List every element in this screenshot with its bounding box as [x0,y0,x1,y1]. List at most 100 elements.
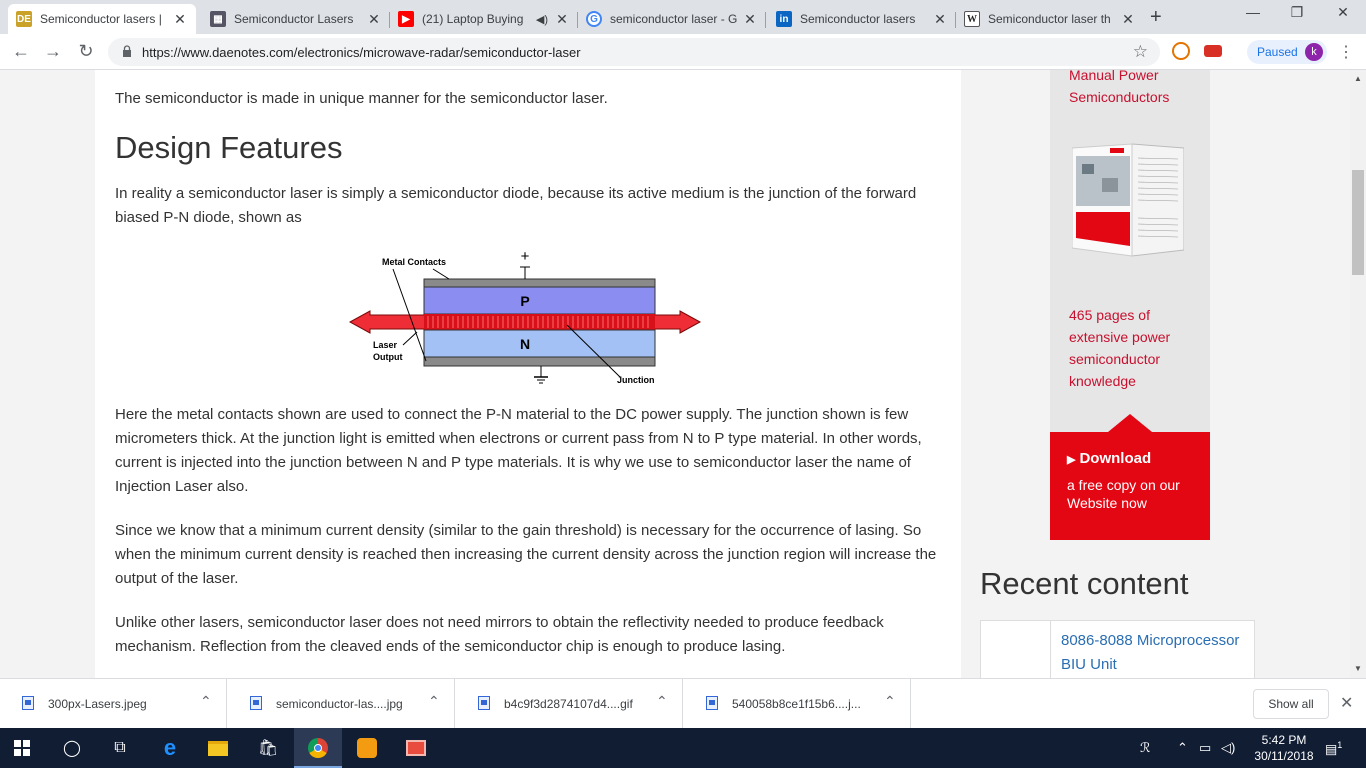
people-icon[interactable]: ℛ [1140,740,1150,756]
store-icon[interactable]: 🛍 [256,736,280,760]
recent-content-item[interactable]: 8086-8088 Microprocessor BIU Unit [980,620,1255,678]
scrollbar-thumb[interactable] [1352,170,1364,275]
download-item[interactable]: 540058b8ce1f15b6....j... ⌃ [684,679,911,729]
paused-label: Paused [1257,45,1298,59]
close-tab-icon[interactable]: ✕ [742,11,758,28]
play-arrow-icon: ▶ [1067,454,1076,466]
tab-google-search[interactable]: G semiconductor laser - G ✕ [578,4,766,34]
windows-start-icon[interactable] [14,740,30,756]
tab-title: Semiconductor Lasers [234,12,354,26]
chevron-up-icon[interactable]: ⌃ [428,693,440,710]
audio-playing-icon[interactable]: ◀) [536,13,548,26]
maximize-icon[interactable]: ❐ [1274,4,1320,21]
tab-daenotes[interactable]: DE Semiconductor lasers | ✕ [8,4,196,34]
laser-output-arrow-right [649,310,702,334]
download-filename: semiconductor-las....jpg [276,697,403,711]
google-icon: G [586,11,602,27]
file-explorer-icon[interactable] [206,736,230,760]
chevron-up-icon[interactable]: ⌃ [200,693,212,710]
close-tab-icon[interactable]: ✕ [554,11,570,28]
scroll-down-icon[interactable]: ▼ [1354,664,1362,673]
youtube-icon: ▶ [398,11,414,27]
paragraph-2: Here the metal contacts shown are used t… [115,406,922,495]
download-item[interactable]: 300px-Lasers.jpeg ⌃ [0,679,227,729]
volume-icon[interactable]: ◁) [1221,740,1235,756]
tab-strip: DE Semiconductor lasers | ✕ ▦ Semiconduc… [0,0,1366,34]
junction-region [424,314,655,330]
page-viewport: The semiconductor is made in unique mann… [0,70,1350,678]
recent-content-heading: Recent content [980,566,1189,601]
new-tab-icon[interactable]: + [1150,6,1162,29]
menu-icon[interactable]: ⋮ [1338,42,1354,62]
notification-icon[interactable]: ▤1 [1325,740,1342,757]
download-filename: b4c9f3d2874107d4....gif [504,697,633,711]
close-tab-icon[interactable]: ✕ [366,11,382,28]
window-close-icon[interactable]: ✕ [1320,4,1366,21]
tab-title: semiconductor laser - G [610,12,738,26]
app-icon[interactable] [355,736,379,760]
page-scrollbar[interactable]: ▲ ▼ [1350,70,1366,678]
url-text[interactable]: https://www.daenotes.com/electronics/mic… [142,45,581,60]
close-tab-icon[interactable]: ✕ [932,11,948,28]
tray-expand-icon[interactable]: ⌃ [1177,740,1188,756]
task-view-icon[interactable]: ⧉ [108,736,132,760]
n-label: N [520,336,530,352]
address-bar[interactable]: https://www.daenotes.com/electronics/mic… [108,38,1160,66]
close-tab-icon[interactable]: ✕ [172,11,188,28]
recent-thumbnail[interactable] [981,621,1051,678]
article-content: The semiconductor is made in unique mann… [95,70,961,678]
chrome-icon[interactable] [306,736,330,760]
chevron-up-icon[interactable]: ⌃ [884,693,896,710]
edge-icon[interactable]: e [158,735,182,760]
system-clock[interactable]: 5:42 PM 30/11/2018 [1254,732,1314,764]
tab-title: Semiconductor lasers [800,12,916,26]
notification-count: 1 [1337,740,1343,750]
linkedin-icon: in [776,11,792,27]
p-label: P [520,293,529,309]
app-icon-2[interactable] [404,736,428,760]
ad-download-button[interactable]: ▶ Download [1067,450,1151,467]
image-file-icon [250,696,262,710]
download-filename: 540058b8ce1f15b6....j... [732,697,861,711]
browser-toolbar: ← → ↻ https://www.daenotes.com/electroni… [0,34,1366,70]
lock-icon [123,45,131,57]
paragraph-3: Since we know that a minimum current den… [115,522,937,587]
forward-icon[interactable]: → [42,41,64,62]
tab-semiconductor-lasers[interactable]: ▦ Semiconductor Lasers ✕ [202,4,390,34]
back-icon[interactable]: ← [10,41,32,62]
laser-diagram: + P N Metal Contacts Laser Output Juncti… [348,248,702,385]
show-all-button[interactable]: Show all [1253,689,1329,719]
close-shelf-icon[interactable]: ✕ [1340,693,1353,713]
close-tab-icon[interactable]: ✕ [1120,11,1136,28]
image-file-icon [478,696,490,710]
tab-title: Semiconductor lasers | [40,12,162,26]
tab-youtube[interactable]: ▶ (21) Laptop Buying ◀) ✕ [390,4,578,34]
paragraph-1: In reality a semiconductor laser is simp… [115,185,917,226]
scroll-up-icon[interactable]: ▲ [1354,74,1362,83]
laser-output-label-2: Output [373,352,403,362]
battery-icon[interactable]: ▭ [1199,740,1211,756]
site-icon: ▦ [210,11,226,27]
download-item[interactable]: b4c9f3d2874107d4....gif ⌃ [456,679,683,729]
extension-icon-2[interactable] [1204,45,1222,57]
download-item[interactable]: semiconductor-las....jpg ⌃ [228,679,455,729]
tab-linkedin[interactable]: in Semiconductor lasers ✕ [768,4,956,34]
chevron-up-icon[interactable]: ⌃ [656,693,668,710]
search-icon[interactable]: ◯ [60,736,84,760]
windows-taskbar: ◯ ⧉ e 🛍 ℛ ⌃ ▭ ◁) 5:42 PM 30/11/2018 ▤1 [0,728,1366,768]
reload-icon[interactable]: ↻ [75,41,97,62]
bookmark-star-icon[interactable]: ☆ [1133,42,1148,62]
tab-wikipedia[interactable]: W Semiconductor laser th ✕ [956,4,1144,34]
top-metal-contact [423,278,656,288]
minimize-icon[interactable]: — [1230,4,1276,20]
tab-title: (21) Laptop Buying [422,12,524,26]
extension-icon[interactable] [1172,42,1190,60]
profile-paused-button[interactable]: Paused k [1247,40,1327,64]
download-shelf: 300px-Lasers.jpeg ⌃ semiconductor-las...… [0,678,1366,729]
ad-download-banner[interactable]: ▶ Download a free copy on our Website now [1050,432,1210,540]
recent-content-link[interactable]: 8086-8088 Microprocessor BIU Unit [1061,629,1246,677]
sidebar-ad[interactable]: Manual Power Semiconductors 465 pages of… [1050,70,1210,540]
ad-description: 465 pages of extensive power semiconduct… [1069,307,1171,389]
junction-label: Junction [617,375,655,385]
wikipedia-icon: W [964,11,980,27]
